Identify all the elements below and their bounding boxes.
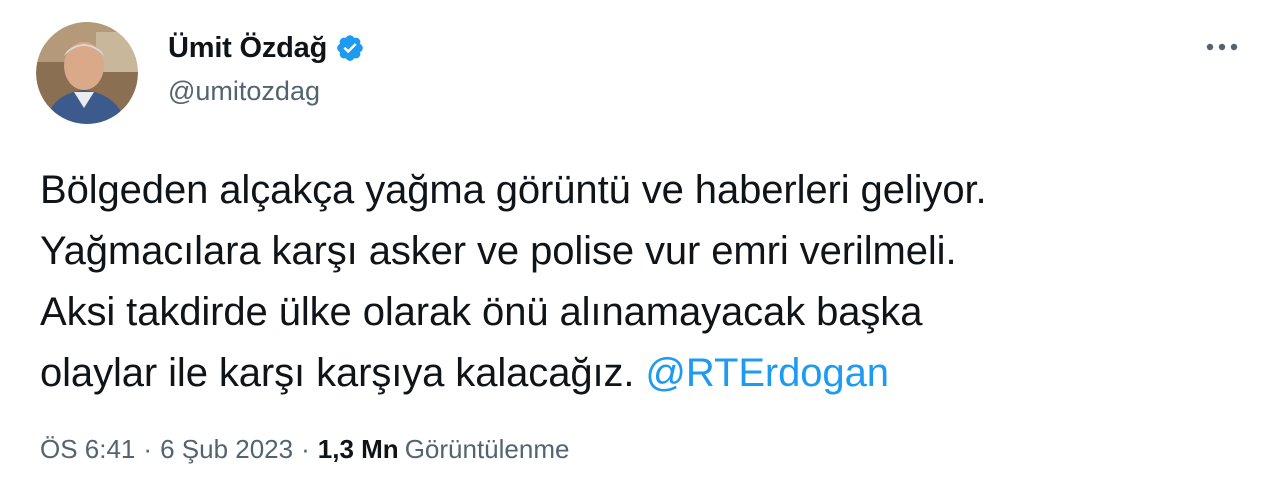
- tweet-date[interactable]: 6 Şub 2023: [160, 434, 293, 465]
- tweet-time[interactable]: ÖS 6:41: [40, 434, 135, 465]
- tweet-card: Ümit Özdağ @umitozdag Bölgeden alçakça y…: [0, 0, 1280, 502]
- avatar-image: [36, 22, 138, 124]
- author-info: Ümit Özdağ @umitozdag: [168, 30, 365, 107]
- views-count: 1,3 Mn: [317, 434, 399, 464]
- tweet-text-line-1: Bölgeden alçakça yağma görüntü ve haberl…: [40, 168, 987, 212]
- tweet-text-line-4: olaylar ile karşı karşıya kalacağız. @RT…: [40, 343, 1260, 404]
- tweet-text-line-3: Aksi takdirde ülke olarak önü alınamayac…: [40, 290, 923, 334]
- meta-separator: ·: [143, 434, 153, 464]
- handle[interactable]: @umitozdag: [168, 76, 365, 107]
- tweet-text-line-2: Yağmacılara karşı asker ve polise vur em…: [40, 229, 957, 273]
- display-name[interactable]: Ümit Özdağ: [168, 32, 327, 65]
- more-options-icon[interactable]: [1202, 32, 1242, 62]
- mention-link[interactable]: @RTErdogan: [645, 351, 889, 395]
- tweet-text-line-4-text: olaylar ile karşı karşıya kalacağız.: [40, 351, 646, 395]
- tweet-metadata: ÖS 6:41 · 6 Şub 2023 · 1,3 Mn Görüntülen…: [40, 434, 569, 465]
- avatar[interactable]: [36, 22, 138, 124]
- meta-separator: ·: [301, 434, 310, 464]
- tweet-text: Bölgeden alçakça yağma görüntü ve haberl…: [40, 160, 1260, 404]
- verified-badge-icon: [335, 33, 365, 63]
- views-label: Görüntülenme: [404, 434, 570, 464]
- name-row: Ümit Özdağ: [168, 30, 365, 66]
